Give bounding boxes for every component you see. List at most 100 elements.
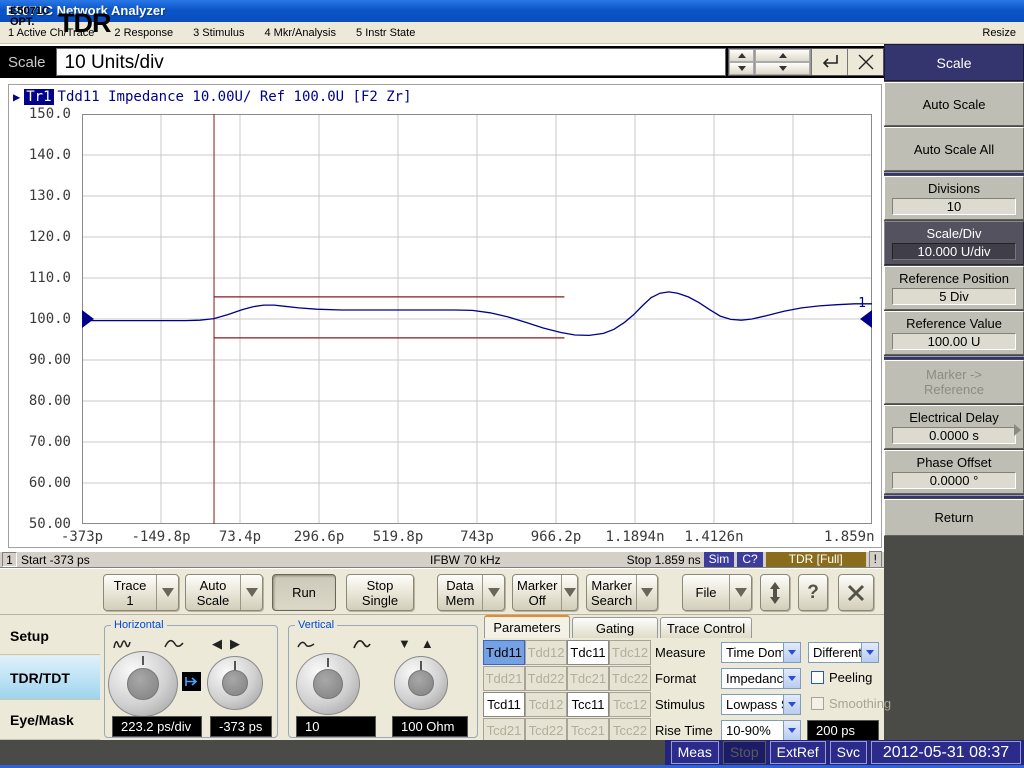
matrix-cell-tdd11[interactable]: Tdd11: [483, 640, 525, 665]
stop-single-button[interactable]: StopSingle: [346, 574, 414, 611]
entry-close-button[interactable]: [847, 49, 883, 75]
horizontal-position-knob[interactable]: [207, 656, 263, 710]
tab-parameters[interactable]: Parameters: [484, 615, 570, 638]
entry-bar-label: Scale: [0, 54, 56, 71]
divisions-value: 10: [892, 198, 1016, 215]
close-tdr-button[interactable]: [838, 574, 874, 611]
dropdown-arrow-icon[interactable]: [783, 643, 800, 662]
marker-to-start-icon[interactable]: [182, 672, 201, 691]
softkey-phase-offset[interactable]: Phase Offset 0.0000 °: [884, 450, 1024, 494]
menu-item-mkr-analysis[interactable]: 4 Mkr/Analysis: [264, 27, 336, 39]
stimulus-dropdown[interactable]: Lowpass S: [721, 694, 801, 715]
down-arrow-icon: [779, 66, 787, 71]
horizontal-scale-knob[interactable]: [108, 651, 178, 717]
dropdown-arrow-icon[interactable]: [561, 575, 577, 610]
y-tick-label: 100.0: [15, 311, 71, 327]
tab-eye-mask[interactable]: Eye/Mask: [0, 701, 100, 740]
menu-item-instr-state[interactable]: 5 Instr State: [356, 27, 415, 39]
peeling-checkbox[interactable]: Peeling: [811, 670, 872, 685]
dropdown-arrow-icon[interactable]: [482, 575, 504, 610]
matrix-cell-tdd12: Tdd12: [525, 640, 567, 665]
vertical-scale-display: 10 Ohm/div: [296, 716, 376, 737]
softkey-electrical-delay[interactable]: Electrical Delay 0.0000 s: [884, 405, 1024, 449]
x-tick-label: 296.6p: [294, 529, 345, 545]
checkbox-icon[interactable]: [811, 671, 824, 684]
data-mem-button[interactable]: DataMem: [437, 574, 505, 611]
softkey-separator: [884, 172, 1024, 175]
horizontal-scale-display: 223.2 ps/div: [112, 716, 202, 737]
up-triangle-icon: ▲: [421, 636, 434, 651]
softkey-reference-position[interactable]: Reference Position 5 Div: [884, 266, 1024, 310]
vertical-position-display: 100 Ohm: [392, 716, 468, 737]
sparse-wave-icon: [296, 638, 316, 652]
matrix-cell-tcc11[interactable]: Tcc11: [567, 692, 609, 717]
x-tick-label: 1.1894n: [605, 529, 664, 545]
menu-item-resize[interactable]: Resize: [982, 27, 1016, 39]
fine-spin-up-button[interactable]: [729, 49, 754, 62]
softkey-divisions[interactable]: Divisions 10: [884, 176, 1024, 220]
dropdown-arrow-icon[interactable]: [729, 575, 751, 610]
format-label: Format: [655, 666, 696, 691]
extref-status-badge: ExtRef: [770, 741, 826, 764]
softkey-auto-scale[interactable]: Auto Scale: [884, 82, 1024, 126]
phase-offset-value: 0.0000 °: [892, 472, 1016, 489]
softkey-return[interactable]: Return: [884, 499, 1024, 536]
dropdown-arrow-icon[interactable]: [783, 695, 800, 714]
coarse-spin-down-button[interactable]: [755, 62, 810, 75]
matrix-cell-tdc21: Tdc21: [567, 666, 609, 691]
softkey-reference-value[interactable]: Reference Value 100.00 U: [884, 311, 1024, 355]
measure-domain-dropdown[interactable]: Time Doma: [721, 642, 801, 663]
dropdown-arrow-icon[interactable]: [783, 669, 800, 688]
rise-time-dropdown[interactable]: 10-90%: [721, 720, 801, 741]
auto-scale-button[interactable]: AutoScale: [185, 574, 263, 611]
file-button[interactable]: File: [682, 574, 752, 611]
menu-item-stimulus[interactable]: 3 Stimulus: [193, 27, 244, 39]
tab-trace-control[interactable]: Trace Control: [660, 617, 752, 638]
dropdown-arrow-icon[interactable]: [156, 575, 178, 610]
vertical-scale-knob[interactable]: [296, 653, 360, 715]
marker-off-button[interactable]: MarkerOff: [512, 574, 578, 611]
y-tick-label: 120.0: [15, 229, 71, 245]
dropdown-arrow-icon[interactable]: [636, 575, 657, 610]
tab-tdr-tdt[interactable]: TDR/TDT: [0, 656, 100, 700]
minimize-restore-button[interactable]: [760, 574, 790, 611]
close-icon: [857, 53, 875, 71]
entry-bar: Scale 10 Units/div: [0, 46, 884, 78]
entry-enter-button[interactable]: [811, 49, 847, 75]
trace-select-button[interactable]: Trace1: [103, 574, 179, 611]
menu-item-response[interactable]: 2 Response: [114, 27, 173, 39]
dropdown-arrow-icon[interactable]: [861, 643, 878, 662]
enter-icon: [820, 53, 840, 71]
measure-mode-dropdown[interactable]: Differentia: [808, 642, 879, 663]
run-button[interactable]: Run: [272, 574, 336, 611]
left-arrow-icon: ◀: [212, 636, 222, 652]
tab-setup[interactable]: Setup: [0, 617, 100, 655]
sim-badge: Sim: [704, 552, 735, 567]
help-button[interactable]: ?: [798, 574, 828, 611]
clock: 2012-05-31 08:37: [871, 741, 1021, 764]
x-tick-label: 73.4p: [219, 529, 261, 545]
softkey-scale-div[interactable]: Scale/Div 10.000 U/div: [884, 221, 1024, 265]
dropdown-arrow-icon[interactable]: [240, 575, 262, 610]
scale-div-value: 10.000 U/div: [892, 243, 1016, 260]
marker-search-button[interactable]: MarkerSearch: [586, 574, 658, 611]
entry-bar-value-field[interactable]: 10 Units/div: [56, 48, 726, 76]
softkey-separator: [884, 356, 1024, 359]
matrix-cell-tdd21: Tdd21: [483, 666, 525, 691]
x-tick-label: 1.4126n: [684, 529, 743, 545]
y-tick-label: 150.0: [15, 106, 71, 122]
matrix-cell-tdc11[interactable]: Tdc11: [567, 640, 609, 665]
measure-label: Measure: [655, 640, 706, 665]
matrix-cell-tcd11[interactable]: Tcd11: [483, 692, 525, 717]
tab-gating[interactable]: Gating: [572, 617, 658, 638]
fine-spin-down-button[interactable]: [729, 62, 754, 75]
channel-number: 1: [2, 552, 17, 567]
softkey-auto-scale-all[interactable]: Auto Scale All: [884, 127, 1024, 171]
dropdown-arrow-icon[interactable]: [783, 721, 800, 740]
coarse-spin-up-button[interactable]: [755, 49, 810, 62]
trace-number-badge: Tr1: [24, 89, 53, 105]
vertical-position-knob[interactable]: [394, 656, 448, 710]
coarse-spinner: [755, 49, 811, 75]
format-dropdown[interactable]: Impedance: [721, 668, 801, 689]
up-arrow-icon: [738, 53, 746, 58]
